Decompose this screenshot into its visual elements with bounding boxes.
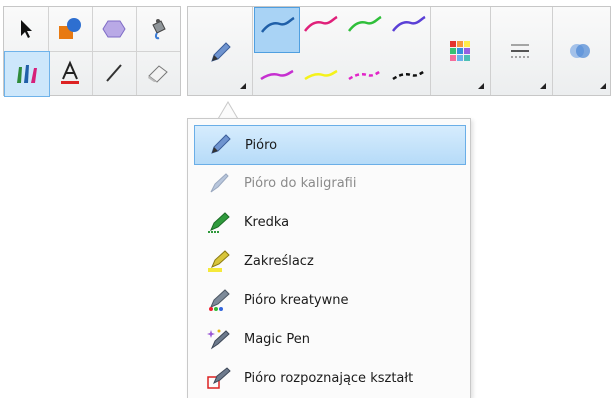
dropdown-arrow-icon bbox=[600, 83, 606, 89]
creative-pen-icon bbox=[194, 288, 244, 312]
line-style-button[interactable] bbox=[498, 29, 542, 73]
tool-palette bbox=[3, 6, 181, 97]
pen-stroke-icon bbox=[304, 69, 338, 81]
calligraphy-pen-icon bbox=[194, 171, 244, 195]
menu-item-label: Pióro bbox=[245, 137, 278, 153]
pen-swatch[interactable] bbox=[342, 51, 386, 95]
arrow-pointer-icon bbox=[21, 20, 32, 38]
fill-tool-button[interactable] bbox=[136, 7, 180, 51]
menu-pointer bbox=[217, 101, 239, 120]
eraser-icon bbox=[148, 65, 168, 83]
crayon-icon bbox=[194, 210, 244, 234]
pen-icon bbox=[211, 42, 231, 62]
line-style-icon bbox=[511, 44, 529, 58]
menu-item-label: Zakreślacz bbox=[244, 253, 314, 269]
select-tool-button[interactable] bbox=[4, 7, 48, 51]
pens-icon bbox=[17, 65, 37, 83]
pen-stroke-icon bbox=[348, 69, 382, 81]
transparency-button[interactable] bbox=[558, 29, 602, 73]
pen-swatch[interactable] bbox=[298, 51, 342, 95]
pen-swatch[interactable] bbox=[254, 51, 298, 95]
color-palette-button[interactable] bbox=[438, 29, 482, 73]
pen-swatch[interactable] bbox=[386, 7, 430, 51]
dropdown-arrow-icon bbox=[240, 83, 246, 89]
text-tool-button[interactable] bbox=[48, 51, 92, 95]
pens-tool-button[interactable] bbox=[4, 51, 50, 97]
pen-type-dropdown-button[interactable] bbox=[196, 29, 244, 77]
eraser-tool-button[interactable] bbox=[136, 51, 180, 95]
pen-swatch[interactable] bbox=[386, 51, 430, 95]
pen-stroke-icon bbox=[304, 15, 338, 32]
paint-bucket-icon bbox=[152, 19, 166, 40]
line-tool-button[interactable] bbox=[92, 51, 136, 95]
menu-item-label: Pióro do kaligrafii bbox=[244, 175, 357, 191]
pen-swatch[interactable] bbox=[298, 7, 342, 51]
pen-stroke-icon bbox=[392, 15, 426, 32]
dropdown-arrow-icon bbox=[540, 83, 546, 89]
divider bbox=[430, 7, 431, 95]
shapes-icon bbox=[59, 18, 81, 39]
text-a-icon bbox=[61, 60, 79, 84]
menu-item-label: Pióro kreatywne bbox=[244, 292, 349, 308]
highlighter-icon bbox=[194, 249, 244, 273]
divider bbox=[490, 7, 491, 95]
menu-item-pen[interactable]: Pióro bbox=[194, 125, 466, 165]
shapes-tool-button[interactable] bbox=[48, 7, 92, 51]
pen-icon bbox=[195, 133, 245, 157]
pen-stroke-icon bbox=[392, 69, 426, 81]
divider bbox=[552, 7, 553, 95]
menu-item-magic-pen[interactable]: Magic Pen bbox=[194, 320, 464, 358]
menu-item-label: Kredka bbox=[244, 214, 290, 230]
pen-swatch[interactable] bbox=[254, 7, 300, 53]
pen-stroke-icon bbox=[261, 16, 295, 33]
regular-polygon-tool-button[interactable] bbox=[92, 7, 136, 51]
menu-item-highlighter[interactable]: Zakreślacz bbox=[194, 242, 464, 280]
transparency-icon bbox=[570, 44, 590, 58]
menu-item-shape-recognition-pen[interactable]: Pióro rozpoznające kształt bbox=[194, 359, 464, 397]
shape-recognition-pen-icon bbox=[194, 366, 244, 390]
menu-item-crayon[interactable]: Kredka bbox=[194, 203, 464, 241]
color-palette-icon bbox=[450, 41, 470, 61]
magic-pen-icon bbox=[194, 327, 244, 351]
dropdown-arrow-icon bbox=[478, 83, 484, 89]
polygon-icon bbox=[102, 20, 126, 38]
line-icon bbox=[106, 64, 122, 82]
menu-item-calligraphy-pen[interactable]: Pióro do kaligrafii bbox=[194, 164, 464, 202]
pen-properties-toolbar bbox=[187, 6, 611, 96]
menu-item-label: Pióro rozpoznające kształt bbox=[244, 370, 414, 386]
menu-item-creative-pen[interactable]: Pióro kreatywne bbox=[194, 281, 464, 319]
pen-type-menu: Pióro Pióro do kaligrafii Kredka Zakreśl… bbox=[187, 118, 471, 398]
pen-swatch[interactable] bbox=[342, 7, 386, 51]
pen-stroke-icon bbox=[260, 69, 294, 81]
divider bbox=[252, 7, 253, 95]
menu-item-label: Magic Pen bbox=[244, 331, 310, 347]
pen-stroke-icon bbox=[348, 15, 382, 32]
